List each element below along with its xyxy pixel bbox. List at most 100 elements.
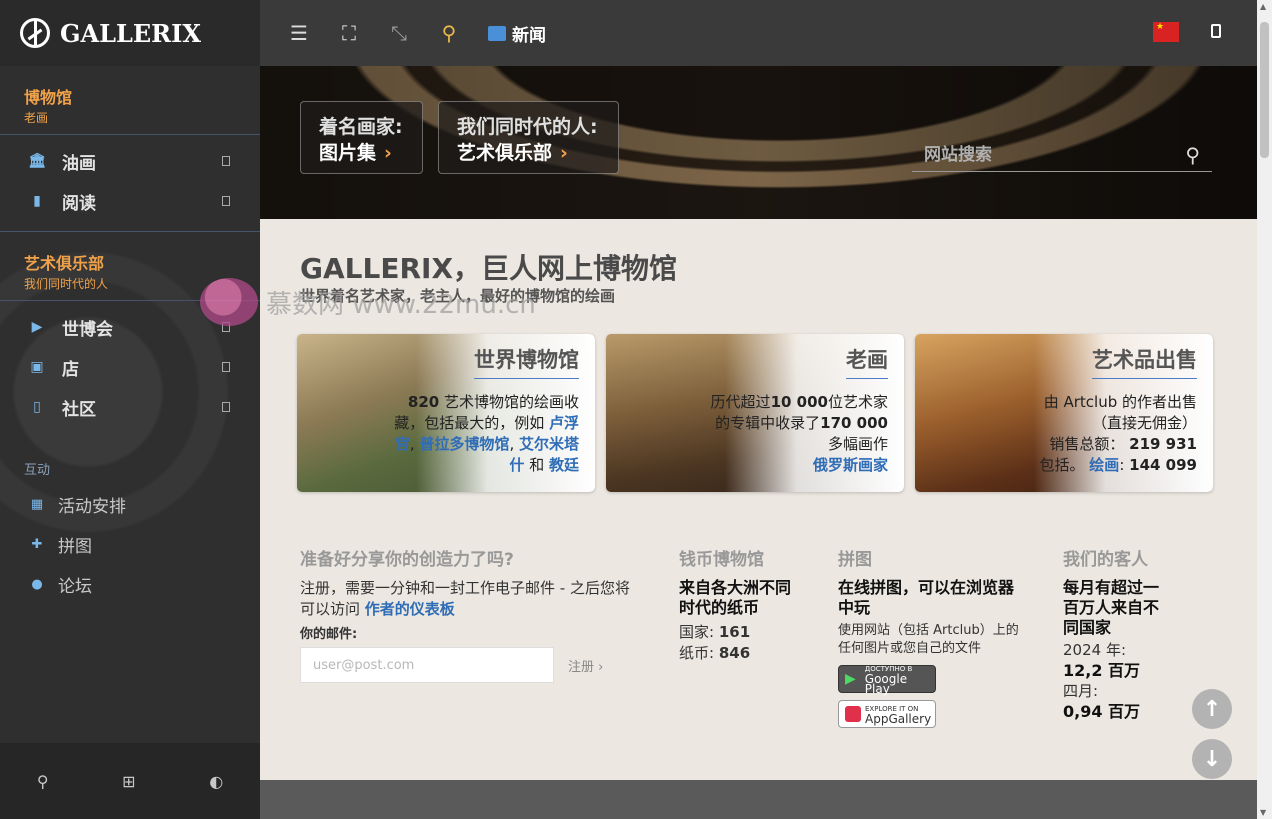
card-title: 艺术品出售 — [1092, 344, 1197, 379]
section-museum[interactable]: 博物馆 老画 — [0, 66, 260, 135]
link-author-dashboard[interactable]: 作者的仪表板 — [365, 600, 455, 618]
link-russian-painters[interactable]: 俄罗斯画家 — [813, 456, 888, 474]
expand-icon[interactable] — [222, 362, 230, 372]
puzzle-text: 使用网站（包括 Artclub）上的任何图片或您自己的文件 — [838, 623, 1019, 656]
sidebar-item-label: 店 — [62, 359, 79, 380]
share-heading: 准备好分享你的创造力了吗? — [300, 550, 514, 570]
sidebar-item-label: 拼图 — [58, 536, 92, 557]
puzzle-section: 拼图 在线拼图，可以在浏览器中玩 使用网站（包括 Artclub）上的任何图片或… — [838, 545, 1020, 658]
peace-logo-icon — [20, 18, 50, 48]
puzzle-icon: ✚ — [31, 536, 43, 552]
chevron-right-icon: › — [560, 142, 568, 164]
top-bar: ☰ ⛶ ⤡ ⚲ 新闻 — [260, 0, 1257, 66]
card-body: 820 艺术博物馆的绘画收藏，包括最大的，例如 卢浮宫, 普拉多博物馆, 艾尔米… — [394, 393, 579, 474]
bag-icon: ▣ — [30, 359, 44, 375]
sidebar-item-label: 油画 — [62, 153, 96, 174]
sitemap-icon[interactable]: ⊞ — [122, 772, 135, 791]
link-vatican[interactable]: 教廷 — [549, 456, 579, 474]
newspaper-icon — [488, 25, 506, 41]
play-icon: ▶ — [31, 319, 43, 335]
mobile-icon[interactable] — [1211, 24, 1221, 38]
scroll-up-button[interactable]: ↑ — [1192, 689, 1232, 729]
logo-text: GALLERIX — [60, 18, 201, 48]
scroll-thumb[interactable] — [1260, 22, 1269, 158]
sidebar-item-paintings[interactable]: 🏛 油画 — [0, 141, 260, 181]
google-play-icon: ▶ — [845, 671, 856, 687]
link-prado[interactable]: 普拉多博物馆 — [419, 435, 509, 453]
sidebar: GALLERIX 博物馆 老画 🏛 油画 ▮ 阅读 艺术俱乐部 我们同时代的人 … — [0, 0, 260, 819]
register-button[interactable]: 注册 › — [568, 656, 603, 675]
card-world-museums[interactable]: 世界博物馆 820 艺术博物馆的绘画收藏，包括最大的，例如 卢浮宫, 普拉多博物… — [297, 334, 595, 492]
menu-icon[interactable]: ☰ — [288, 21, 310, 45]
appgallery-icon — [845, 706, 861, 722]
museum-icon: 🏛 — [28, 153, 46, 169]
sidebar-item-label: 世博会 — [62, 319, 113, 340]
guests-desc: 每月有超过一百万人来自不同国家 — [1063, 578, 1160, 637]
guests-section: 我们的客人 每月有超过一百万人来自不同国家 2024 年: 12,2 百万 四月… — [1063, 545, 1171, 722]
section-club-title[interactable]: 艺术俱乐部 — [24, 250, 236, 274]
sidebar-item-events[interactable]: ▦ 活动安排 — [0, 484, 260, 524]
scroll-down-arrow-icon[interactable]: ▼ — [1260, 808, 1266, 817]
guests-heading: 我们的客人 — [1063, 550, 1148, 570]
email-label: 你的邮件: — [300, 627, 358, 642]
coins-heading[interactable]: 钱币博物馆 — [679, 545, 794, 570]
sidebar-item-puzzle[interactable]: ✚ 拼图 — [0, 524, 260, 564]
watermark-logo — [200, 278, 258, 326]
hero-btn-line1: 着名画家: — [319, 116, 403, 138]
hero-btn-line2: 艺术俱乐部 — [457, 142, 553, 164]
art-club-button[interactable]: 我们同时代的人: 艺术俱乐部 › — [438, 101, 619, 174]
search-icon[interactable]: ⚲ — [1185, 143, 1200, 167]
collapse-icon[interactable]: ⤡ — [388, 21, 410, 45]
news-link[interactable]: 新闻 — [488, 21, 546, 46]
chevron-right-icon: › — [598, 660, 604, 675]
museum-nav: 🏛 油画 ▮ 阅读 — [0, 135, 260, 232]
card-title: 世界博物馆 — [474, 344, 579, 379]
card-old-paintings[interactable]: 老画 历代超过10 000位艺术家的专辑中收录了170 000 多幅画作 俄罗斯画家 — [606, 334, 904, 492]
sidebar-item-shop[interactable]: ▣ 店 — [0, 347, 260, 387]
paintings-total: 144 099 — [1129, 456, 1197, 474]
puzzle-desc: 在线拼图，可以在浏览器中玩 — [838, 578, 1015, 617]
site-search: ⚲ — [912, 138, 1212, 172]
sidebar-item-label: 活动安排 — [58, 496, 126, 517]
puzzle-heading[interactable]: 拼图 — [838, 545, 1020, 570]
email-field[interactable] — [300, 647, 554, 683]
fullscreen-icon[interactable]: ⛶ — [338, 21, 360, 45]
card-title: 老画 — [846, 344, 888, 379]
watermark: 慕数网 www.22mu.cn — [200, 278, 536, 326]
sidebar-item-forum[interactable]: ● 论坛 — [0, 564, 260, 604]
google-play-badge[interactable]: ▶ ДОСТУПНО В Google Play — [838, 665, 936, 695]
sidebar-item-reading[interactable]: ▮ 阅读 — [0, 181, 260, 221]
sidebar-bottom-bar: ⚲ ⊞ ◐ — [0, 743, 260, 819]
expand-icon[interactable] — [222, 156, 230, 166]
scroll-up-arrow-icon[interactable]: ▲ — [1260, 2, 1266, 11]
section-museum-title[interactable]: 博物馆 — [24, 84, 236, 108]
contrast-icon[interactable]: ◐ — [209, 772, 223, 791]
link-paintings[interactable]: 绘画 — [1089, 456, 1119, 474]
square-icon: ▯ — [33, 399, 41, 415]
expand-icon[interactable] — [222, 196, 230, 206]
book-icon: ▮ — [33, 193, 41, 209]
site-search-input[interactable] — [924, 144, 1144, 165]
logo[interactable]: GALLERIX — [0, 0, 260, 66]
museum-count: 820 — [407, 393, 440, 411]
interact-label: 互动 — [24, 463, 51, 478]
news-label: 新闻 — [512, 25, 546, 46]
sidebar-item-label: 阅读 — [62, 193, 96, 214]
china-flag-icon[interactable] — [1153, 22, 1179, 42]
scroll-down-button[interactable]: ↓ — [1192, 739, 1232, 779]
month-visitors: 0,94 百万 — [1063, 702, 1141, 721]
card-body: 由 Artclub 的作者出售 （直接无佣金） 销售总额： 219 931 包括… — [1039, 393, 1198, 474]
sales-total: 219 931 — [1129, 435, 1197, 453]
scrollbar[interactable]: ▲ ▼ — [1257, 0, 1272, 819]
year-visitors: 12,2 百万 — [1063, 661, 1141, 680]
appgallery-badge[interactable]: EXPLORE IT ON AppGallery — [838, 700, 936, 728]
hero-btn-line1: 我们同时代的人: — [457, 116, 598, 138]
calendar-icon: ▦ — [30, 496, 44, 512]
card-art-for-sale[interactable]: 艺术品出售 由 Artclub 的作者出售 （直接无佣金） 销售总额： 219 … — [915, 334, 1213, 492]
search-icon[interactable]: ⚲ — [37, 772, 49, 791]
expand-icon[interactable] — [222, 402, 230, 412]
famous-painters-button[interactable]: 着名画家: 图片集 › — [300, 101, 423, 174]
footer-strip — [260, 780, 1257, 819]
sidebar-item-community[interactable]: ▯ 社区 — [0, 387, 260, 427]
search-icon[interactable]: ⚲ — [438, 21, 460, 45]
